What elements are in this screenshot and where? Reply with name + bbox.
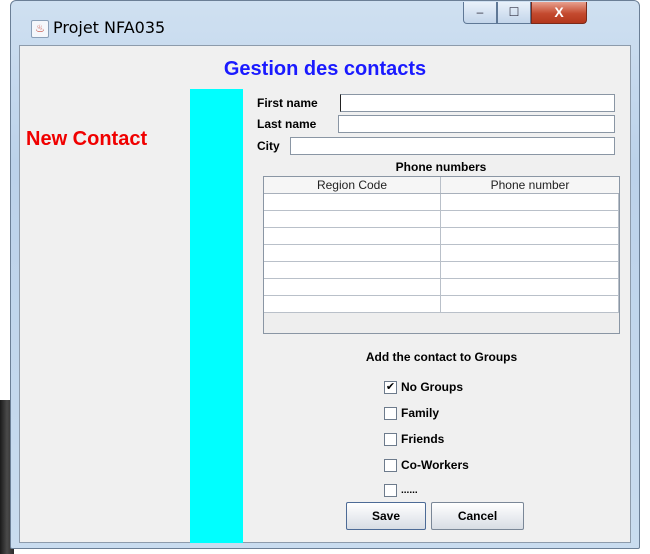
first-name-field[interactable] bbox=[340, 94, 615, 112]
group-option-co-workers[interactable]: Co-Workers bbox=[384, 458, 469, 472]
groups-title: Add the contact to Groups bbox=[365, 350, 518, 364]
minimize-button[interactable]: – bbox=[463, 2, 497, 24]
close-button[interactable]: X bbox=[531, 2, 587, 24]
table-cell[interactable] bbox=[264, 296, 441, 313]
table-cell[interactable] bbox=[441, 262, 619, 279]
table-cell[interactable] bbox=[264, 279, 441, 296]
table-cell[interactable] bbox=[441, 211, 619, 228]
group-option-more[interactable]: ...... bbox=[384, 484, 418, 497]
table-cell[interactable] bbox=[264, 194, 441, 211]
table-cell[interactable] bbox=[441, 279, 619, 296]
group-option-friends[interactable]: Friends bbox=[384, 432, 444, 446]
new-contact-label: New Contact bbox=[26, 128, 148, 150]
last-name-label: Last name bbox=[257, 117, 317, 131]
phone-table[interactable]: Region Code Phone number bbox=[263, 176, 620, 334]
save-button[interactable]: Save bbox=[346, 502, 426, 530]
cancel-button[interactable]: Cancel bbox=[431, 502, 524, 530]
checkbox[interactable] bbox=[384, 406, 397, 420]
column-header-phone-number[interactable]: Phone number bbox=[441, 177, 619, 193]
table-row[interactable] bbox=[264, 211, 619, 228]
maximize-button[interactable]: ☐ bbox=[497, 2, 531, 24]
table-row[interactable] bbox=[264, 228, 619, 245]
checkbox-label: ...... bbox=[401, 485, 418, 496]
table-cell[interactable] bbox=[264, 262, 441, 279]
table-row[interactable] bbox=[264, 279, 619, 296]
content-panel: Gestion des contacts New Contact First n… bbox=[19, 45, 631, 543]
table-row[interactable] bbox=[264, 245, 619, 262]
checkbox[interactable]: ✔ bbox=[384, 380, 397, 394]
column-header-region-code[interactable]: Region Code bbox=[264, 177, 441, 193]
table-cell[interactable] bbox=[441, 228, 619, 245]
side-accent-bar bbox=[190, 89, 243, 543]
group-option-no-groups[interactable]: ✔ No Groups bbox=[384, 380, 463, 394]
first-name-label: First name bbox=[257, 96, 318, 110]
table-cell[interactable] bbox=[441, 245, 619, 262]
city-field[interactable] bbox=[290, 137, 615, 155]
table-cell[interactable] bbox=[441, 296, 619, 313]
table-cell[interactable] bbox=[441, 194, 619, 211]
last-name-field[interactable] bbox=[338, 115, 615, 133]
checkbox-label: No Groups bbox=[401, 380, 463, 394]
checkbox-label: Family bbox=[401, 406, 440, 420]
table-cell[interactable] bbox=[264, 245, 441, 262]
checkbox[interactable] bbox=[384, 484, 397, 497]
checkbox[interactable] bbox=[384, 458, 397, 472]
checkbox-label: Co-Workers bbox=[401, 458, 469, 472]
table-header: Region Code Phone number bbox=[264, 177, 619, 194]
java-cup-icon: ♨ bbox=[31, 20, 49, 38]
phone-numbers-title: Phone numbers bbox=[395, 160, 487, 174]
table-row[interactable] bbox=[264, 296, 619, 313]
city-label: City bbox=[257, 139, 280, 153]
table-row[interactable] bbox=[264, 262, 619, 279]
checkbox[interactable] bbox=[384, 432, 397, 446]
page-title: Gestion des contacts bbox=[223, 58, 427, 80]
group-option-family[interactable]: Family bbox=[384, 406, 439, 420]
checkbox-label: Friends bbox=[401, 432, 445, 446]
table-cell[interactable] bbox=[264, 228, 441, 245]
table-cell[interactable] bbox=[264, 211, 441, 228]
window-title: Projet NFA035 bbox=[53, 18, 166, 37]
app-window: ♨ Projet NFA035 – ☐ X Gestion des contac… bbox=[10, 0, 640, 549]
table-row[interactable] bbox=[264, 194, 619, 211]
